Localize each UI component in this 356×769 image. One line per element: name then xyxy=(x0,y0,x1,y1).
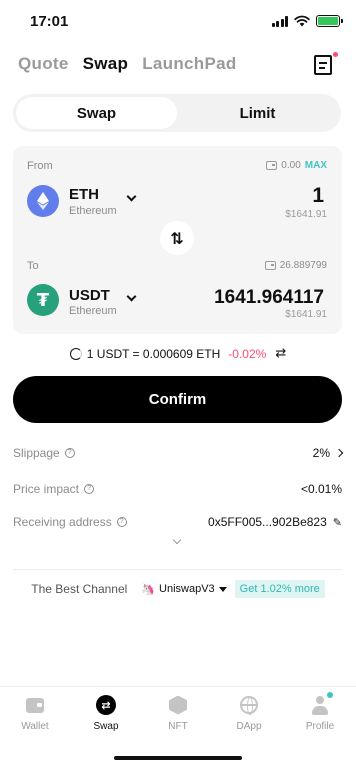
info-icon[interactable]: ? xyxy=(64,448,75,458)
expand-chevron-down-icon[interactable] xyxy=(172,535,182,545)
nav-profile-label: Profile xyxy=(305,721,335,732)
signal-icon xyxy=(271,15,288,27)
receiving-address-label: Receiving address xyxy=(13,515,112,529)
channel-name: UniswapV3 xyxy=(159,583,215,595)
segment-swap-button[interactable]: Swap xyxy=(16,97,177,129)
nav-swap[interactable]: ⇄ Swap xyxy=(76,695,136,732)
to-token-chevron-down-icon[interactable] xyxy=(126,291,137,302)
tab-swap[interactable]: Swap xyxy=(83,54,129,74)
info-icon[interactable]: ? xyxy=(84,484,95,494)
info-icon[interactable]: ? xyxy=(116,517,127,527)
from-token-network: Ethereum xyxy=(69,205,117,217)
battery-icon xyxy=(316,15,343,27)
caret-down-icon xyxy=(218,586,227,592)
price-impact-label: Price impact xyxy=(13,482,80,496)
edit-icon[interactable]: ✎ xyxy=(333,516,342,529)
from-amount-input[interactable]: 1 xyxy=(312,184,324,208)
nav-dapp-label: DApp xyxy=(236,721,262,732)
wallet-small-icon xyxy=(266,161,278,170)
from-balance: 0.00 MAX xyxy=(266,160,327,171)
best-channel-row: The Best Channel 🦄 UniswapV3 Get 1.02% m… xyxy=(0,580,356,598)
chevron-right-icon[interactable] xyxy=(334,448,344,458)
nav-profile[interactable]: Profile xyxy=(290,692,350,732)
nav-nft-label: NFT xyxy=(168,721,188,732)
profile-notification-dot xyxy=(327,692,333,698)
usdt-token-icon[interactable]: ₮ xyxy=(27,284,59,316)
exchange-rate-row: 1 USDT = 0.000609 ETH -0.02% ⇄ xyxy=(0,346,356,361)
dapp-icon xyxy=(240,696,258,715)
to-usd-value: $1641.91 xyxy=(285,309,327,320)
refresh-timer-icon xyxy=(69,347,82,360)
divider xyxy=(13,569,342,570)
tab-launchpad[interactable]: LaunchPad xyxy=(142,54,236,74)
notification-dot xyxy=(333,52,338,57)
to-balance-value: 26.889799 xyxy=(279,260,327,271)
uniswap-icon: 🦄 xyxy=(141,582,156,596)
nav-nft[interactable]: NFT xyxy=(148,695,208,732)
receiving-address-value: 0x5FF005...902Be823 xyxy=(208,515,327,529)
wallet-small-icon xyxy=(264,261,276,270)
from-label: From xyxy=(27,160,53,172)
nav-wallet-label: Wallet xyxy=(21,721,49,732)
to-token-network: Ethereum xyxy=(69,305,117,317)
to-balance: 26.889799 xyxy=(264,260,327,271)
switch-tokens-button[interactable]: ⇅ xyxy=(160,221,194,255)
to-label: To xyxy=(27,260,39,272)
status-time: 17:01 xyxy=(30,13,69,30)
swap-card: From 0.00 MAX ETH Ethereum 1 $1641.91 ⇅ … xyxy=(13,146,342,334)
profile-icon xyxy=(311,692,333,715)
home-indicator xyxy=(114,756,242,760)
price-impact-row: Price impact ? <0.01% xyxy=(13,482,342,496)
order-history-icon[interactable] xyxy=(314,55,332,75)
slippage-label: Slippage xyxy=(13,446,60,460)
wallet-icon xyxy=(26,697,44,713)
nav-swap-label: Swap xyxy=(93,721,119,732)
from-balance-value: 0.00 xyxy=(281,160,301,171)
eth-token-icon[interactable] xyxy=(27,185,59,217)
segment-limit-button[interactable]: Limit xyxy=(177,97,338,129)
swap-arrows-icon: ⇅ xyxy=(170,228,184,248)
invert-rate-icon[interactable]: ⇄ xyxy=(275,346,286,361)
exchange-rate-text: 1 USDT = 0.000609 ETH xyxy=(86,346,221,361)
swap-limit-toggle: Swap Limit xyxy=(13,94,341,132)
channel-selector[interactable]: 🦄 UniswapV3 xyxy=(141,582,227,596)
status-bar: 17:01 xyxy=(0,0,356,44)
best-channel-label: The Best Channel xyxy=(31,582,128,596)
top-tabs: Quote Swap LaunchPad xyxy=(18,54,237,74)
nft-icon xyxy=(169,695,187,715)
swap-icon: ⇄ xyxy=(96,695,116,715)
max-button[interactable]: MAX xyxy=(305,160,327,171)
to-token-symbol[interactable]: USDT xyxy=(69,287,110,304)
nav-dapp[interactable]: DApp xyxy=(219,695,279,732)
slippage-value: 2% xyxy=(312,446,330,460)
rate-change: -0.02% xyxy=(228,346,267,361)
ethereum-diamond-icon xyxy=(37,192,49,210)
status-icons xyxy=(271,15,343,27)
receiving-address-row: Receiving address ? 0x5FF005...902Be823 … xyxy=(13,515,342,529)
from-token-symbol[interactable]: ETH xyxy=(69,186,99,203)
wifi-icon xyxy=(294,15,310,27)
from-token-chevron-down-icon[interactable] xyxy=(126,191,137,202)
savings-badge: Get 1.02% more xyxy=(234,580,325,598)
confirm-button[interactable]: Confirm xyxy=(13,376,342,423)
slippage-row[interactable]: Slippage ? 2% xyxy=(13,446,344,460)
tab-quote[interactable]: Quote xyxy=(18,54,69,74)
nav-wallet[interactable]: Wallet xyxy=(5,695,65,732)
from-usd-value: $1641.91 xyxy=(285,209,327,220)
price-impact-value: <0.01% xyxy=(300,482,342,496)
to-amount: 1641.964117 xyxy=(214,287,324,308)
